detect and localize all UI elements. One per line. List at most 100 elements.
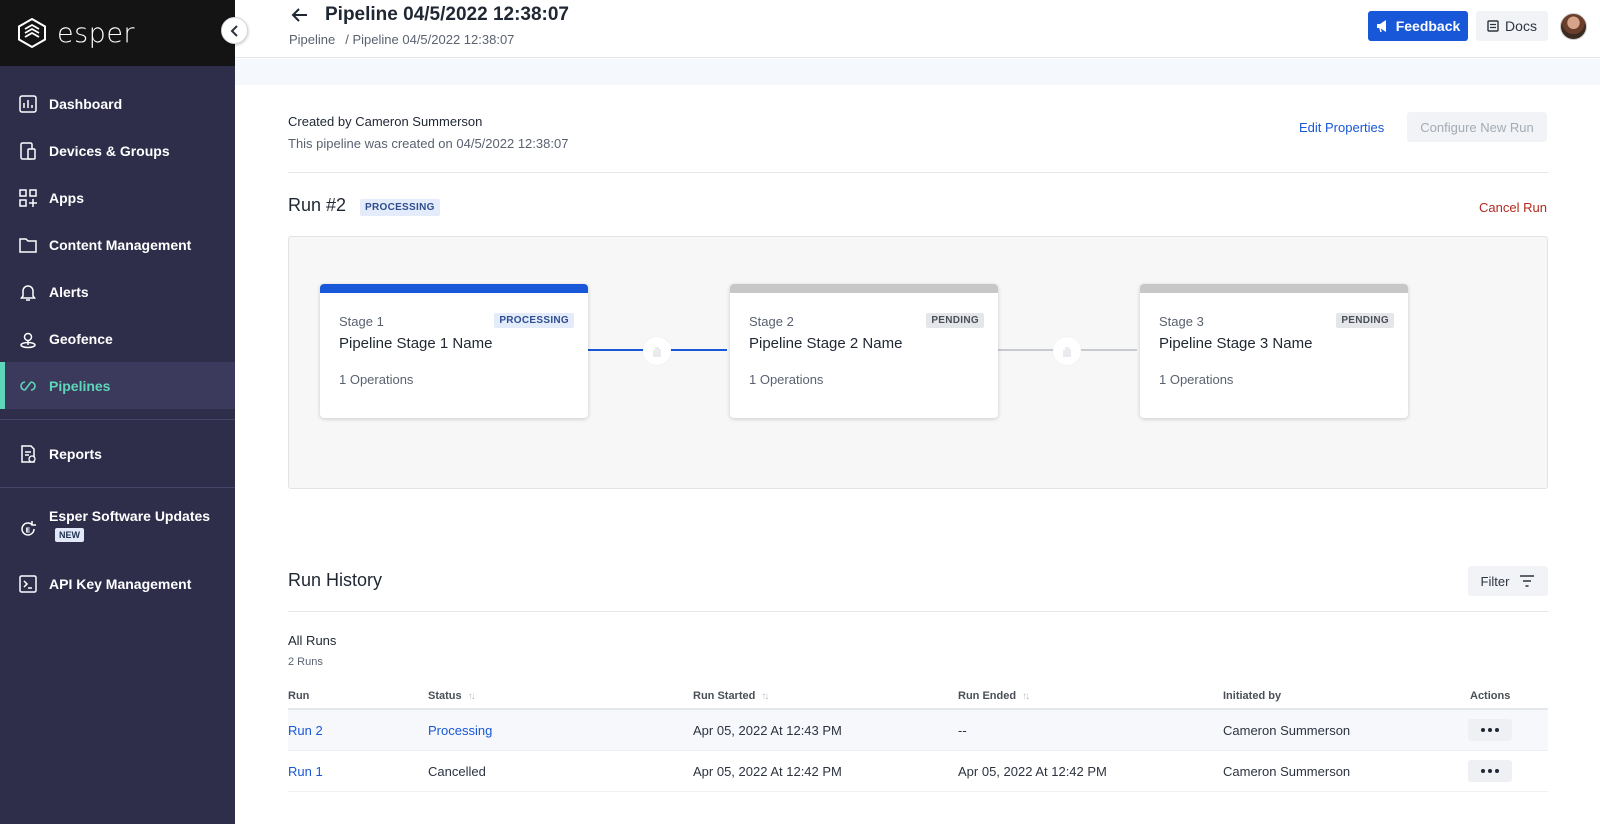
chevron-left-icon	[230, 24, 238, 37]
feedback-label: Feedback	[1395, 18, 1461, 34]
more-dot-icon	[1495, 728, 1499, 732]
all-runs-label: All Runs	[288, 633, 337, 648]
stage-name: Pipeline Stage 1 Name	[339, 335, 493, 352]
sidebar-item-api-keys[interactable]: API Key Management	[0, 560, 235, 607]
connector-node-1[interactable]	[643, 337, 671, 365]
sidebar-item-label: Geofence	[49, 330, 113, 347]
row-actions-button[interactable]	[1468, 760, 1512, 782]
sidebar: esper Dashboard Devices & Groups Apps Co…	[0, 0, 248, 824]
created-on-text: This pipeline was created on 04/5/2022 1…	[288, 136, 569, 151]
breadcrumb-current: / Pipeline 04/5/2022 12:38:07	[345, 32, 515, 47]
software-updates-text: Esper Software Updates NEW	[49, 508, 210, 542]
brand-name[interactable]: esper	[57, 18, 135, 49]
sidebar-item-label: Alerts	[49, 283, 89, 300]
breadcrumb-pipeline-link[interactable]: Pipeline	[289, 32, 335, 47]
column-header-initiated-by: Initiated by	[1223, 690, 1282, 702]
run-started: Apr 05, 2022 At 12:43 PM	[693, 723, 842, 738]
back-arrow-icon[interactable]	[290, 5, 310, 25]
new-badge: NEW	[55, 528, 84, 542]
stage-card-1[interactable]: Stage 1 PROCESSING Pipeline Stage 1 Name…	[320, 284, 588, 418]
table-row: Run 1 Cancelled Apr 05, 2022 At 12:42 PM…	[288, 751, 1548, 792]
sidebar-item-dashboard[interactable]: Dashboard	[0, 80, 235, 127]
sidebar-item-devices[interactable]: Devices & Groups	[0, 127, 235, 174]
nav-divider	[0, 419, 235, 420]
stage-label: Stage 1	[339, 314, 384, 329]
hand-icon	[653, 347, 661, 357]
docs-icon	[1487, 20, 1499, 32]
sidebar-item-software-updates[interactable]: E Esper Software Updates NEW	[0, 498, 235, 560]
stage-card-3[interactable]: Stage 3 PENDING Pipeline Stage 3 Name 1 …	[1140, 284, 1408, 418]
created-by-text: Created by Cameron Summerson	[288, 114, 483, 129]
folder-icon	[17, 234, 39, 256]
stage-progress-bar	[320, 284, 588, 293]
sidebar-item-pipelines[interactable]: Pipelines	[0, 362, 235, 409]
sidebar-item-label: Pipelines	[49, 377, 111, 394]
column-header-status[interactable]: Status ↑↓	[428, 690, 476, 702]
esper-logo-icon[interactable]	[16, 17, 48, 49]
sort-icon[interactable]: ↑↓	[1022, 691, 1030, 702]
filter-button[interactable]: Filter	[1468, 566, 1548, 596]
stage-progress-bar	[730, 284, 998, 293]
devices-icon	[17, 140, 39, 162]
geofence-icon	[17, 328, 39, 350]
row-actions-button[interactable]	[1468, 719, 1512, 741]
sidebar-item-label: Devices & Groups	[49, 142, 170, 159]
sort-icon[interactable]: ↑↓	[468, 691, 476, 702]
run-link[interactable]: Run 2	[288, 723, 323, 738]
reports-icon	[17, 443, 39, 465]
sidebar-item-label: Content Management	[49, 236, 192, 253]
nav-divider	[0, 487, 235, 488]
svg-text:E: E	[26, 527, 31, 535]
run-ended: --	[958, 723, 967, 738]
table-row: Run 2 Processing Apr 05, 2022 At 12:43 P…	[288, 710, 1548, 751]
breadcrumb: Pipeline / Pipeline 04/5/2022 12:38:07	[289, 32, 524, 47]
run-link[interactable]: Run 1	[288, 764, 323, 779]
sidebar-item-label: API Key Management	[49, 575, 192, 592]
run-status-badge: PROCESSING	[360, 199, 440, 216]
sidebar-item-label: Dashboard	[49, 95, 123, 112]
divider	[288, 172, 1548, 173]
software-updates-icon: E	[17, 518, 39, 540]
stage-label: Stage 3	[1159, 314, 1204, 329]
page-title: Pipeline 04/5/2022 12:38:07	[325, 4, 569, 25]
collapse-sidebar-button[interactable]	[221, 17, 248, 44]
sidebar-item-apps[interactable]: Apps	[0, 174, 235, 221]
column-header-run: Run	[288, 690, 310, 702]
run-status: Cancelled	[428, 764, 486, 779]
initiated-by: Cameron Summerson	[1223, 764, 1351, 779]
edit-properties-link[interactable]: Edit Properties	[1299, 120, 1384, 135]
column-header-run-started[interactable]: Run Started ↑↓	[693, 690, 769, 702]
initiated-by: Cameron Summerson	[1223, 723, 1351, 738]
more-dot-icon	[1488, 769, 1492, 773]
logo-area: esper	[0, 0, 248, 66]
column-header-run-ended[interactable]: Run Ended ↑↓	[958, 690, 1030, 702]
sidebar-item-geofence[interactable]: Geofence	[0, 315, 235, 362]
more-dot-icon	[1495, 769, 1499, 773]
run-title: Run #2	[288, 195, 347, 215]
runs-count: 2 Runs	[288, 656, 323, 668]
stage-flow: Stage 1 PROCESSING Pipeline Stage 1 Name…	[288, 236, 1548, 489]
stage-card-2[interactable]: Stage 2 PENDING Pipeline Stage 2 Name 1 …	[730, 284, 998, 418]
avatar[interactable]	[1560, 13, 1587, 40]
sidebar-item-alerts[interactable]: Alerts	[0, 268, 235, 315]
docs-button[interactable]: Docs	[1476, 11, 1548, 41]
run-status[interactable]: Processing	[428, 723, 492, 738]
table-header: Run Status ↑↓ Run Started ↑↓ Run Ended ↑↓ I…	[288, 682, 1548, 710]
stage-status-badge: PROCESSING	[494, 313, 574, 328]
sidebar-item-label: Esper Software Updates	[49, 508, 211, 524]
sidebar-item-content[interactable]: Content Management	[0, 221, 235, 268]
pipelines-icon	[17, 375, 39, 397]
more-dot-icon	[1481, 769, 1485, 773]
apps-icon	[17, 187, 39, 209]
sidebar-item-reports[interactable]: Reports	[0, 430, 235, 477]
sidebar-nav: Dashboard Devices & Groups Apps Content …	[0, 66, 235, 409]
run-ended: Apr 05, 2022 At 12:42 PM	[958, 764, 1107, 779]
connector-node-2[interactable]	[1053, 337, 1081, 365]
sidebar-nav-tertiary: E Esper Software Updates NEW API Key Man…	[0, 498, 235, 607]
feedback-button[interactable]: Feedback	[1368, 11, 1468, 41]
stage-progress-bar	[1140, 284, 1408, 293]
configure-new-run-button[interactable]: Configure New Run	[1407, 112, 1547, 142]
sort-icon[interactable]: ↑↓	[761, 691, 769, 702]
stage-name: Pipeline Stage 2 Name	[749, 335, 903, 352]
cancel-run-link[interactable]: Cancel Run	[1479, 200, 1547, 215]
